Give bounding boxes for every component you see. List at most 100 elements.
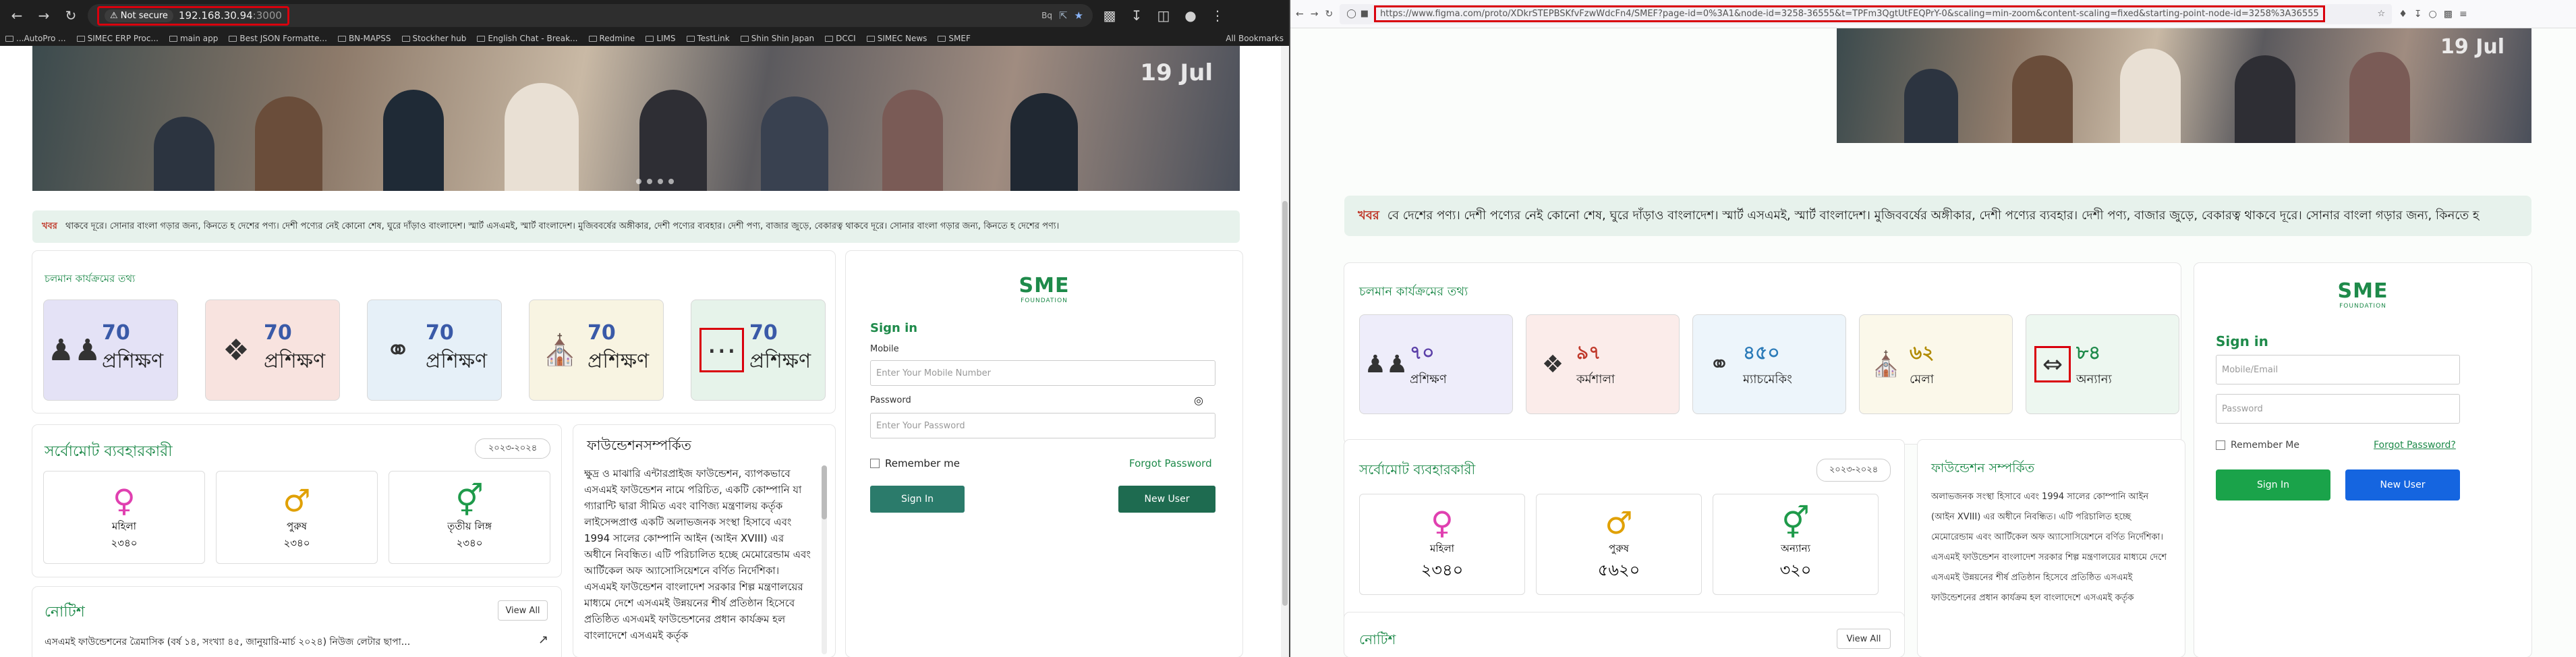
- bookmark-item[interactable]: SIMEC News: [866, 34, 927, 43]
- bookmark-item[interactable]: Redmine: [588, 34, 635, 43]
- password-label: Password: [870, 395, 911, 405]
- password-input[interactable]: Password: [2216, 394, 2460, 424]
- share-icon[interactable]: ⇱: [1059, 9, 1068, 22]
- third-gender-icon: ⚥: [1781, 504, 1810, 541]
- extensions-icon[interactable]: ▩: [2444, 9, 2453, 20]
- bookmark-item[interactable]: Stockher hub: [401, 34, 466, 43]
- address-highlight: ⚠ Not secure 192.168.30.94:3000: [97, 5, 289, 26]
- bookmark-label: English Chat - Break...: [488, 34, 578, 43]
- logo-text: SME: [2337, 279, 2388, 303]
- bookmark-star-icon[interactable]: ★: [1075, 9, 1083, 22]
- forgot-password-link[interactable]: Forgot Password: [1129, 457, 1212, 469]
- profile-icon[interactable]: ●: [1180, 5, 1201, 26]
- downloads-icon[interactable]: ↧: [2414, 9, 2422, 20]
- view-all-button[interactable]: View All: [1837, 629, 1891, 649]
- mobile-email-input[interactable]: Mobile/Email: [2216, 355, 2460, 384]
- bookmark-item[interactable]: SMEF: [938, 34, 971, 43]
- program-label: ম্যাচমেকিং: [1743, 372, 1792, 387]
- open-arrow-icon[interactable]: ↗: [538, 633, 548, 647]
- notice-card: নোটিশ View All এসএমই ফাউন্ডেশনের ত্রৈমাস…: [32, 587, 561, 657]
- bookmark-item[interactable]: SIMEC ERP Proc...: [76, 34, 159, 43]
- remember-label: Remember me: [885, 457, 960, 469]
- program-tile[interactable]: ❖ ৯৭ কর্মশালা: [1526, 314, 1680, 414]
- program-tile[interactable]: ⚭ ৪৫০ ম্যাচমেকিং: [1692, 314, 1846, 414]
- page-scrollbar[interactable]: [1281, 46, 1289, 657]
- program-tile[interactable]: ⛪ 70 প্রশিক্ষণ: [529, 299, 664, 401]
- bookmark-item[interactable]: main app: [169, 34, 218, 43]
- remember-checkbox[interactable]: [2216, 440, 2225, 450]
- program-tile[interactable]: ⛪ ৬২ মেলা: [1859, 314, 2013, 414]
- folder-icon: [229, 36, 237, 42]
- left-browser-window: ← → ↻ ⚠ Not secure 192.168.30.94:3000 Bq…: [0, 0, 1289, 657]
- account-icon[interactable]: ○: [2429, 9, 2437, 20]
- reload-icon[interactable]: ↻: [1325, 9, 1333, 20]
- users-title: সর্বোমোট ব্যবহারকারী: [45, 443, 173, 460]
- security-chip[interactable]: ⚠ Not secure: [105, 9, 173, 22]
- program-tile[interactable]: ❖ 70 প্রশিক্ষণ: [205, 299, 340, 401]
- downloads-icon[interactable]: ↧: [1126, 5, 1147, 26]
- program-text: ৮৪ অন্যান্য: [2076, 338, 2112, 391]
- forward-icon[interactable]: →: [34, 5, 54, 26]
- remember-checkbox[interactable]: [870, 459, 880, 468]
- folder-icon: [646, 36, 654, 42]
- translate-badge[interactable]: Bq: [1041, 11, 1052, 20]
- view-all-button[interactable]: View All: [498, 600, 548, 621]
- fair-stall-icon: ⛪: [1870, 351, 1901, 378]
- notice-title: নোটিশ: [45, 604, 85, 621]
- password-input[interactable]: Enter Your Password: [870, 413, 1215, 438]
- url-text: https://www.figma.com/proto/XDkrSTEPBSKf…: [1374, 5, 2325, 22]
- carousel-dots[interactable]: [636, 179, 674, 184]
- menu-icon[interactable]: ≡: [2459, 9, 2467, 20]
- bookmark-item[interactable]: ...AutoPro ...: [5, 34, 66, 43]
- bookmark-star-icon[interactable]: ☆: [2378, 9, 2386, 19]
- menu-icon[interactable]: ⋮: [1207, 5, 1228, 26]
- year-selector[interactable]: ২০২৩-২০২৪: [475, 438, 550, 459]
- chrome-toolbar: ← → ↻ ⚠ Not secure 192.168.30.94:3000 Bq…: [0, 0, 1289, 31]
- address-host: 192.168.30.94: [178, 9, 253, 22]
- signin-button[interactable]: Sign In: [870, 486, 965, 513]
- reload-icon[interactable]: ↻: [61, 5, 81, 26]
- signin-button[interactable]: Sign In: [2216, 469, 2330, 501]
- password-placeholder: Password: [2222, 403, 2263, 414]
- program-tile[interactable]: ⇔ ৮৪ অন্যান্য: [2026, 314, 2179, 414]
- bookmark-item[interactable]: DCCI: [825, 34, 856, 43]
- bookmark-item[interactable]: LIMS: [646, 34, 676, 43]
- bookmark-item[interactable]: English Chat - Break...: [477, 34, 578, 43]
- split-icon[interactable]: ◫: [1153, 5, 1174, 26]
- notice-item[interactable]: এসএমই ফাউন্ডেশনের ত্রৈমাসিক (বর্ষ ১৪, সং…: [45, 634, 410, 650]
- forgot-password-link[interactable]: Forgot Password?: [2374, 440, 2456, 451]
- omnibox[interactable]: ⚠ Not secure 192.168.30.94:3000 Bq ⇱ ★: [88, 4, 1093, 27]
- resize-arrows-icon: ⇔: [2034, 346, 2071, 382]
- shield-icon[interactable]: ◯: [1346, 9, 1356, 19]
- lock-icon[interactable]: ■: [1361, 9, 1369, 19]
- bookmarks-bar: ...AutoPro ... SIMEC ERP Proc... main app B…: [0, 31, 1289, 46]
- program-tile[interactable]: ♟♟ 70 প্রশিক্ষণ: [43, 299, 178, 401]
- extensions-icon[interactable]: ▩: [1099, 5, 1120, 26]
- new-user-button[interactable]: New User: [2345, 469, 2460, 501]
- bookmark-label: SIMEC ERP Proc...: [87, 34, 159, 43]
- workshop-icon: ❖: [1541, 350, 1564, 378]
- programs-title: চলমান কার্যক্রমের তথ্য: [45, 273, 136, 285]
- all-bookmarks[interactable]: All Bookmarks: [1226, 34, 1284, 43]
- mobile-input[interactable]: Enter Your Mobile Number: [870, 360, 1215, 386]
- bookmark-item[interactable]: Best JSON Formatte...: [229, 34, 327, 43]
- logo-subtext: FOUNDATION: [1021, 297, 1068, 304]
- bookmark-item[interactable]: TestLink: [686, 34, 730, 43]
- forward-icon[interactable]: →: [1311, 9, 1319, 20]
- fair-stall-icon: ⛪: [541, 333, 579, 368]
- bookmark-item[interactable]: BN-MAPSS: [337, 34, 391, 43]
- about-scrollbar[interactable]: [822, 465, 827, 654]
- program-tile[interactable]: ⚭ 70 প্রশিক্ষণ: [367, 299, 502, 401]
- url-bar[interactable]: ◯ ■ https://www.figma.com/proto/XDkrSTEP…: [1340, 3, 2393, 24]
- back-icon[interactable]: ←: [1296, 9, 1304, 20]
- signin-title: Sign in: [870, 321, 918, 335]
- bookmark-item[interactable]: Shin Shin Japan: [740, 34, 814, 43]
- year-selector[interactable]: ২০২৩-২০২৪: [1816, 459, 1891, 482]
- new-user-button[interactable]: New User: [1118, 486, 1215, 513]
- program-tile[interactable]: ♟♟ ৭০ প্রশিক্ষণ: [1359, 314, 1513, 414]
- back-icon[interactable]: ←: [7, 5, 27, 26]
- bookmark-label: Best JSON Formatte...: [239, 34, 327, 43]
- pocket-icon[interactable]: ♦: [2399, 9, 2407, 20]
- program-tile[interactable]: ⋯ 70 প্রশিক্ষণ: [691, 299, 826, 401]
- eye-off-icon[interactable]: ◎: [1194, 394, 1203, 407]
